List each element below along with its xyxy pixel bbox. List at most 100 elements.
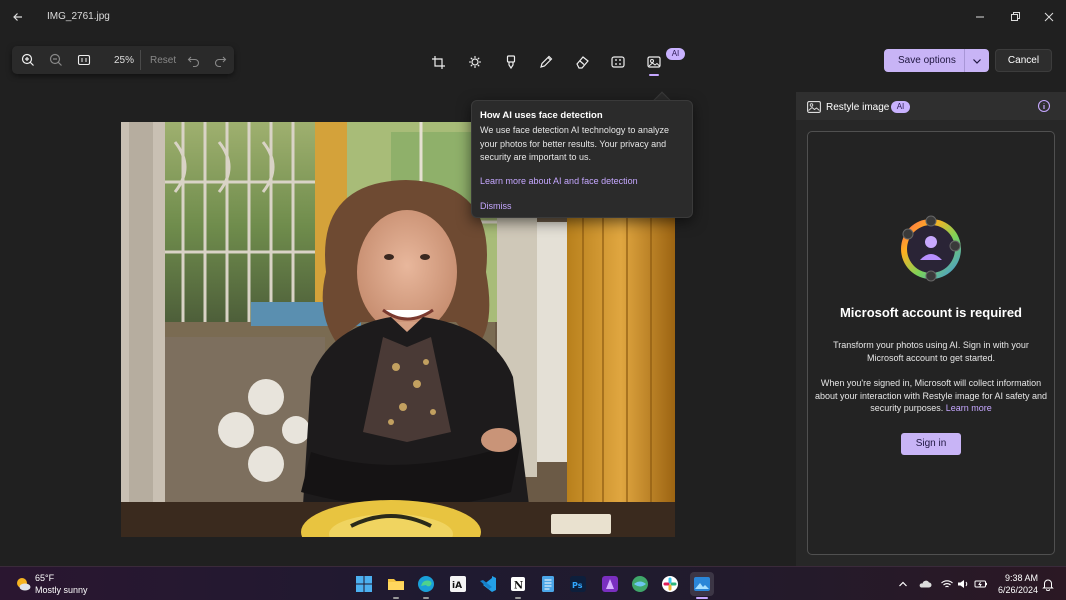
- restyle-icon: [647, 56, 661, 68]
- running-indicator: [423, 597, 429, 599]
- active-app-indicator: [696, 597, 708, 599]
- network-button[interactable]: [940, 577, 954, 591]
- restyle-ai-illustration: [896, 214, 966, 284]
- crop-icon: [432, 56, 445, 69]
- wifi-icon: [941, 580, 953, 588]
- erase-icon: [576, 56, 589, 69]
- ia-writer-icon: iA: [450, 576, 466, 592]
- save-options-button[interactable]: Save options: [884, 49, 989, 72]
- sun-cloud-icon: [17, 578, 31, 591]
- markup-button[interactable]: [535, 52, 557, 72]
- ai-badge: AI: [666, 48, 685, 60]
- edge-button[interactable]: [414, 572, 438, 596]
- zoom-toolbar: 25% Reset: [12, 46, 234, 74]
- filter-button[interactable]: [500, 52, 522, 72]
- svg-text:Ps: Ps: [572, 581, 583, 590]
- bell-icon: [1042, 579, 1054, 592]
- restyle-image-panel: Restyle image AI Microsoft account is re…: [796, 92, 1066, 566]
- redo-button[interactable]: [210, 51, 230, 69]
- photos-icon: [694, 577, 710, 591]
- file-explorer-icon: [388, 579, 404, 590]
- affinity-button[interactable]: [598, 572, 622, 596]
- close-button[interactable]: [1034, 7, 1064, 27]
- ia-writer-button[interactable]: iA: [446, 572, 470, 596]
- restyle-button[interactable]: [643, 52, 665, 72]
- cancel-button[interactable]: Cancel: [995, 49, 1052, 72]
- notepad-button[interactable]: [536, 572, 560, 596]
- file-name: IMG_2761.jpg: [47, 11, 110, 22]
- notion-icon: N: [511, 577, 525, 592]
- edge-icon: [418, 576, 434, 592]
- data-collection-text: When you're signed in, Microsoft will co…: [814, 378, 1048, 413]
- dismiss-link[interactable]: Dismiss: [480, 201, 512, 211]
- weather-condition: Mostly sunny: [35, 585, 88, 595]
- restyle-icon: [807, 101, 821, 113]
- save-options-label: Save options: [898, 55, 956, 66]
- file-explorer-button[interactable]: [384, 572, 408, 596]
- running-indicator: [515, 597, 521, 599]
- learn-more-link[interactable]: Learn more: [946, 403, 992, 413]
- zoom-level[interactable]: 25%: [108, 55, 134, 66]
- background-button[interactable]: [607, 52, 629, 72]
- onedrive-button[interactable]: [918, 577, 932, 591]
- divider: [140, 50, 141, 70]
- clock-date[interactable]: 6/26/2024: [990, 585, 1038, 595]
- show-hidden-icons-button[interactable]: [896, 577, 910, 591]
- affinity-icon: [602, 576, 618, 592]
- info-button[interactable]: [1037, 99, 1051, 113]
- info-icon: [1037, 99, 1051, 113]
- weather-widget[interactable]: [14, 575, 32, 593]
- notepad-icon: [542, 576, 554, 592]
- filter-icon: [506, 55, 516, 70]
- back-button[interactable]: [8, 7, 28, 27]
- data-collection-notice: When you're signed in, Microsoft will co…: [812, 377, 1050, 415]
- clock-time[interactable]: 9:38 AM: [1000, 573, 1038, 583]
- tooltip-body: We use face detection AI technology to a…: [480, 125, 669, 162]
- photos-button[interactable]: [690, 572, 714, 596]
- divider: [964, 49, 965, 72]
- notifications-button[interactable]: [1041, 577, 1055, 592]
- save-options-dropdown[interactable]: [970, 54, 984, 68]
- minimize-icon: [976, 16, 984, 18]
- photoshop-button[interactable]: Ps: [566, 572, 590, 596]
- undo-icon: [187, 56, 200, 68]
- vs-code-button[interactable]: [476, 572, 500, 596]
- maps-icon: [632, 576, 648, 592]
- account-required-heading: Microsoft account is required: [839, 305, 1023, 320]
- cloud-icon: [919, 580, 932, 588]
- erase-button[interactable]: [571, 52, 593, 72]
- notion-button[interactable]: N: [506, 572, 530, 596]
- start-button[interactable]: [352, 572, 376, 596]
- restore-button[interactable]: [1000, 7, 1030, 27]
- ai-badge: AI: [891, 101, 910, 113]
- zoom-out-button[interactable]: [46, 51, 66, 69]
- active-tool-indicator: [649, 74, 659, 76]
- slack-button[interactable]: [658, 572, 682, 596]
- zoom-in-icon: [21, 53, 34, 66]
- svg-text:N: N: [514, 581, 523, 592]
- minimize-button[interactable]: [965, 7, 995, 27]
- undo-button[interactable]: [184, 51, 204, 69]
- restore-icon: [1011, 12, 1020, 21]
- maps-button[interactable]: [628, 572, 652, 596]
- sign-in-description: Transform your photos using AI. Sign in …: [833, 340, 1029, 363]
- zoom-in-button[interactable]: [18, 51, 38, 69]
- tooltip-title: How AI uses face detection: [480, 110, 603, 121]
- photoshop-icon: Ps: [570, 576, 586, 592]
- fit-to-window-button[interactable]: [74, 51, 94, 69]
- crop-button[interactable]: [428, 52, 450, 72]
- svg-text:iA: iA: [452, 581, 462, 591]
- adjust-button[interactable]: [464, 52, 486, 72]
- speaker-icon: [958, 580, 968, 588]
- learn-more-ai-link[interactable]: Learn more about AI and face detection: [480, 176, 638, 186]
- redo-icon: [214, 56, 227, 68]
- sign-in-button[interactable]: Sign in: [901, 433, 961, 455]
- battery-charging-icon: [974, 580, 987, 588]
- volume-button[interactable]: [956, 577, 970, 591]
- battery-button[interactable]: [974, 577, 988, 591]
- background-icon: [611, 56, 625, 68]
- back-arrow-icon: [13, 13, 22, 21]
- zoom-out-icon: [49, 53, 62, 66]
- markup-pen-icon: [540, 55, 553, 68]
- reset-button[interactable]: Reset: [150, 55, 176, 66]
